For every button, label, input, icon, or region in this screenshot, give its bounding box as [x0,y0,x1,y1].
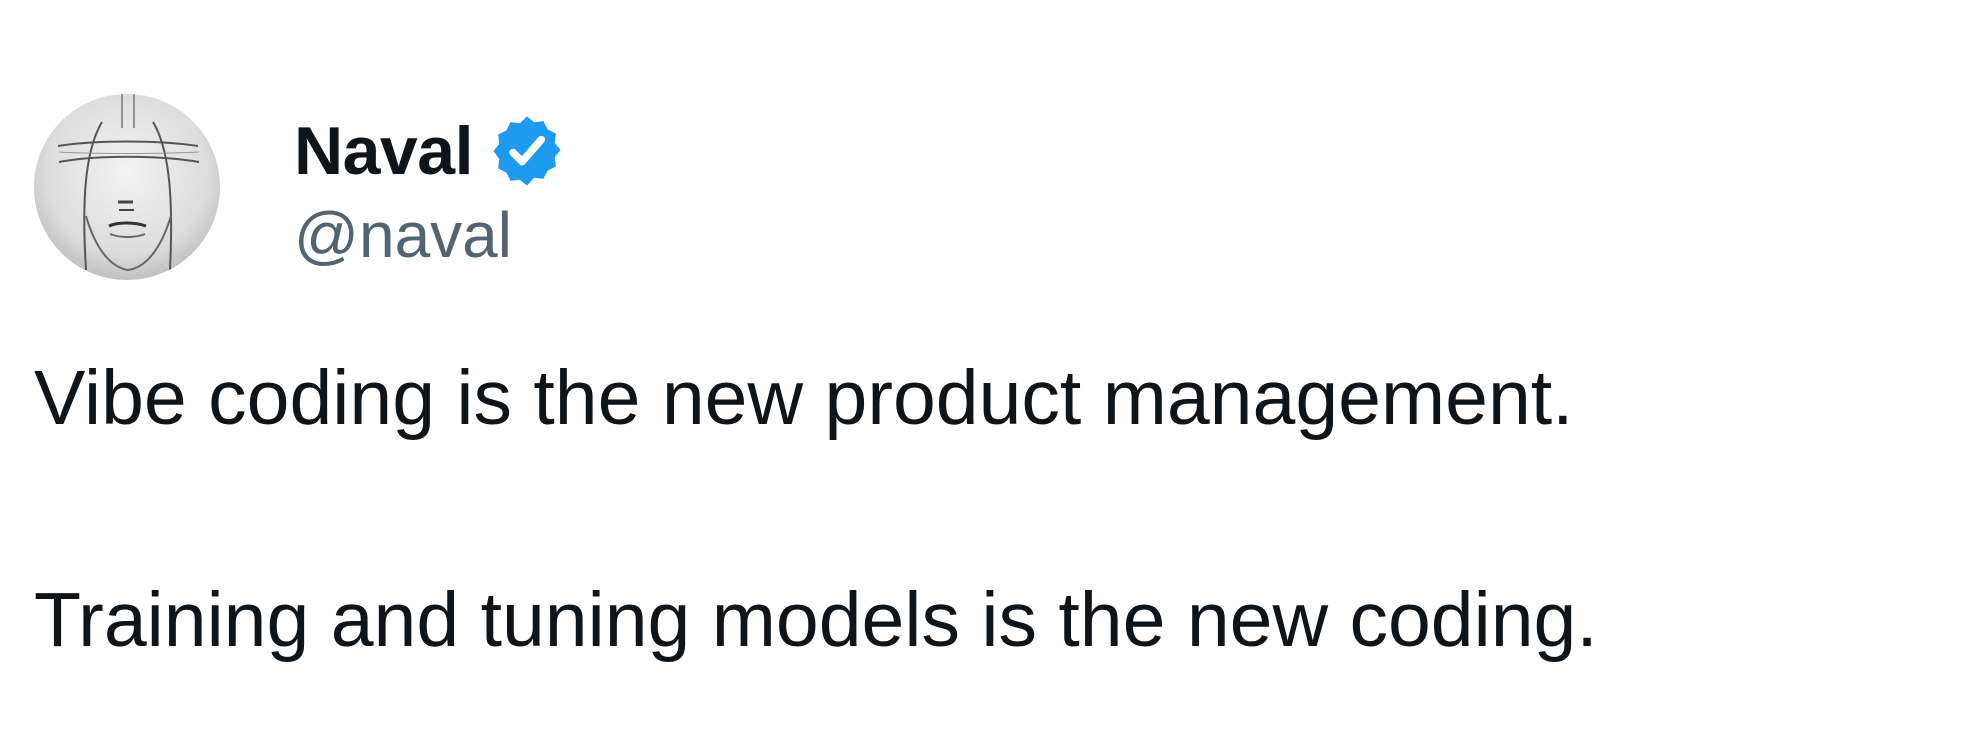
tweet-author: Naval @naval [34,94,565,280]
display-name[interactable]: Naval [294,117,473,185]
tweet-card: Naval @naval Vibe coding is the new prod… [0,0,1972,748]
tweet-text-line: Vibe coding is the new product managemen… [34,355,1574,441]
tweet-text: Vibe coding is the new product managemen… [34,355,1934,663]
display-name-row: Naval [294,107,565,195]
avatar[interactable] [34,94,220,280]
verified-badge-icon[interactable] [489,113,565,189]
username-handle[interactable]: @naval [294,203,565,267]
avatar-sketch-icon [34,94,220,280]
author-names: Naval @naval [294,94,565,280]
tweet-text-line: Training and tuning models is the new co… [34,577,1598,664]
